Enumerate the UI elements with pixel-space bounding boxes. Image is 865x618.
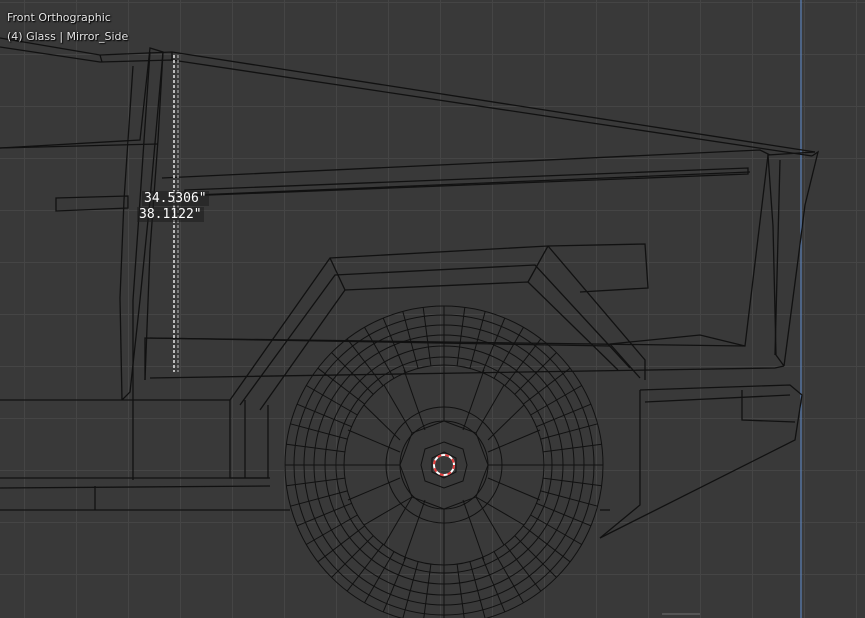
object-info-label: (4) Glass | Mirror_Side [7,30,129,43]
measurement-label: 34.5306" [142,191,209,206]
measurement-label: 38.1122" [137,207,204,222]
view-name-label: Front Orthographic [7,11,111,24]
side-panel-edges [0,143,785,380]
rear-bumper-edges [599,384,803,539]
lower-sill-edges [0,399,610,511]
3d-viewport[interactable]: Front Orthographic (4) Glass | Mirror_Si… [0,0,865,618]
pillar-edges [0,47,164,480]
wheel-mesh [284,305,604,618]
wheel-arch-edges [229,243,649,479]
body-roof-edges [0,37,820,367]
3d-cursor-icon[interactable] [433,454,455,476]
wireframe-mesh[interactable] [0,0,865,618]
